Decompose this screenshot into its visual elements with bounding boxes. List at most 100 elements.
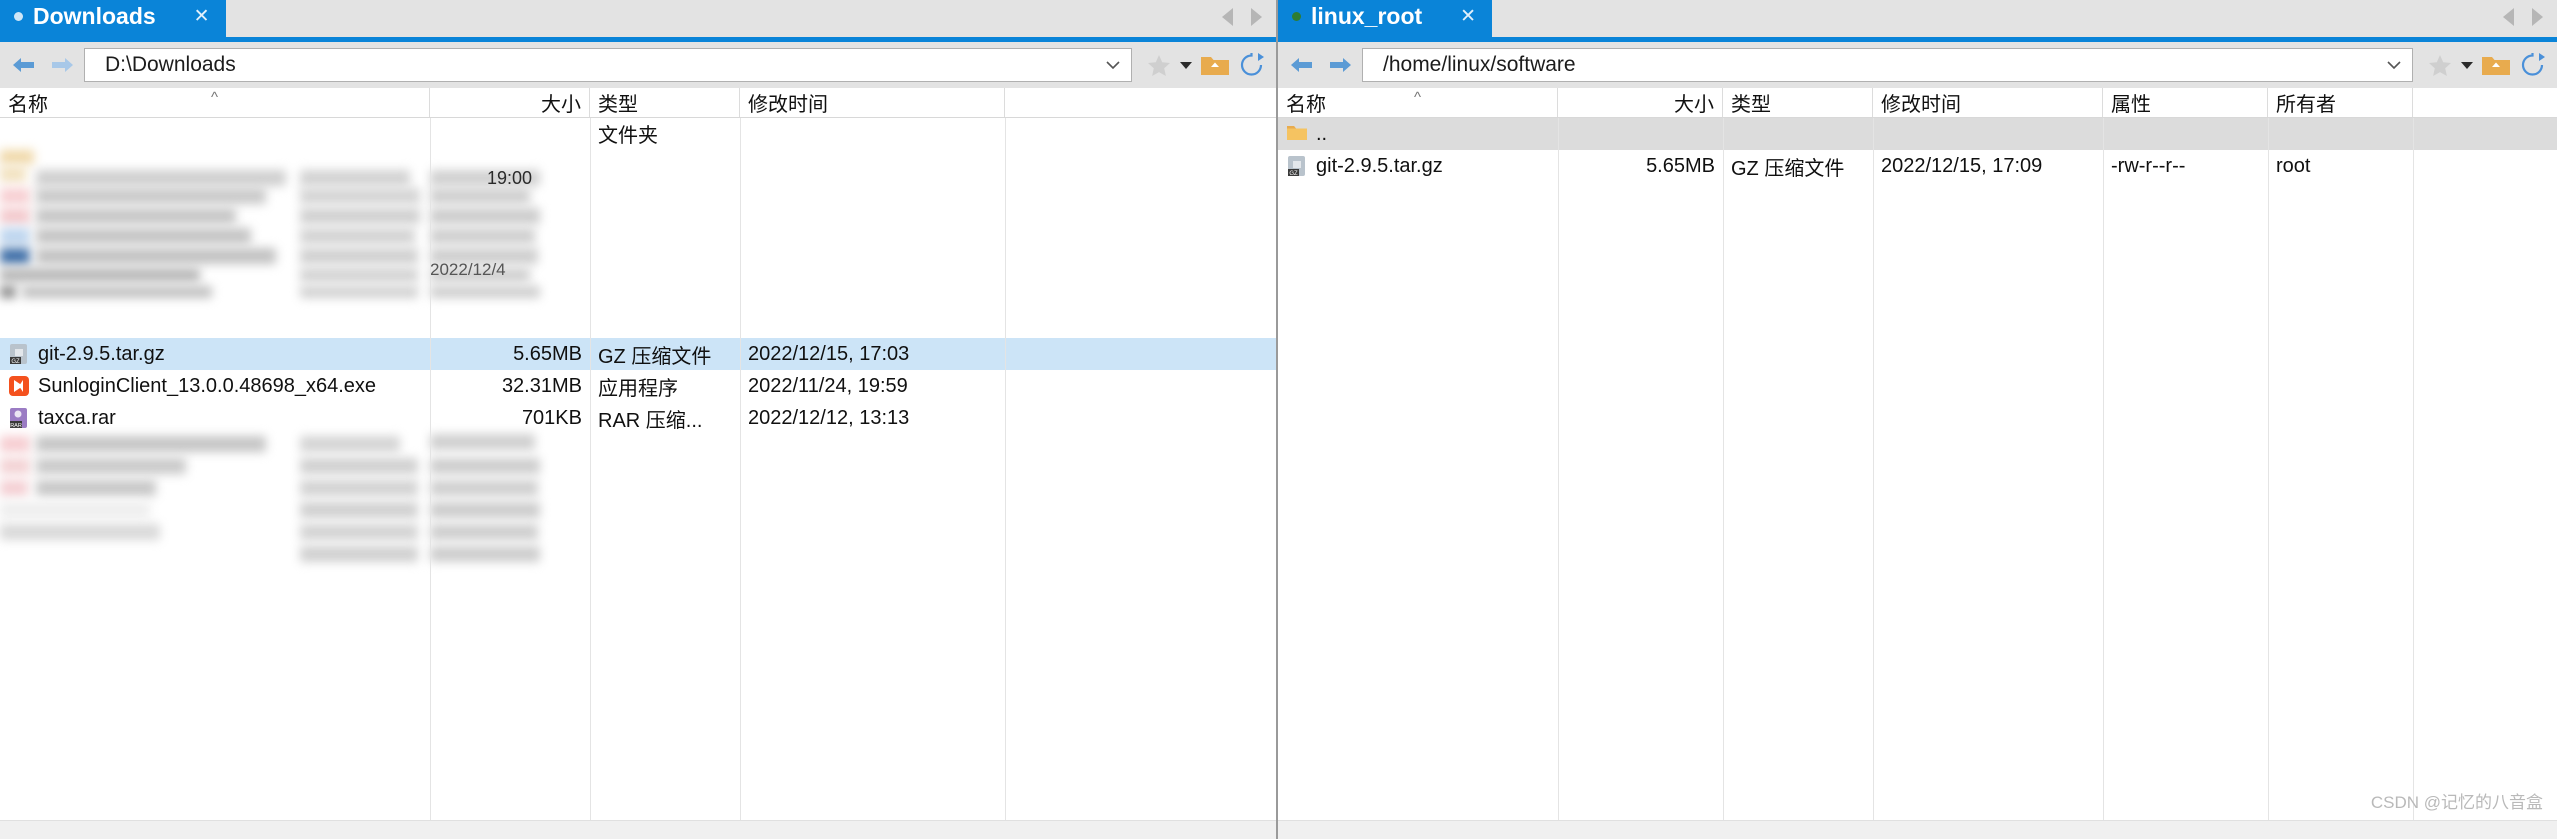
status-dot-icon [14,11,23,21]
table-row[interactable]: GZ git-2.9.5.tar.gz 5.65MB GZ 压缩文件 2022/… [0,338,1276,370]
column-header-size[interactable]: 大小 [430,88,590,117]
file-date: 2022/12/15, 17:09 [1881,154,2043,177]
local-horizontal-scrollbar[interactable] [0,820,1276,839]
table-row[interactable]: SunloginClient_13.0.0.48698_x64.exe 32.3… [0,370,1276,402]
chevron-down-icon[interactable] [1105,57,1121,73]
table-row[interactable]: RAR taxca.rar 701KB RAR 压缩... 2022/12/12… [0,402,1276,434]
sort-asc-icon: ^ [210,89,219,106]
local-toolbar [1138,52,1266,78]
chevron-right-icon[interactable] [2532,8,2543,26]
column-divider [1723,118,1724,820]
svg-text:RAR: RAR [10,423,22,429]
file-type: GZ 压缩文件 [1731,157,1845,180]
remote-file-list[interactable]: 名称 ^ 大小 类型 修改时间 属性 所有者 .. GZ git-2.9.5.t… [1278,88,2557,820]
gz-archive-icon: GZ [8,343,30,365]
redacted-date-fragment: 19:00 [487,168,533,188]
close-icon[interactable]: ✕ [1460,7,1476,26]
tab-downloads[interactable]: Downloads ✕ [0,0,226,37]
sort-asc-icon: ^ [1413,89,1422,106]
table-row[interactable]: .. [1278,118,2557,150]
redacted-row: 文件夹 [0,118,1276,148]
file-type: 应用程序 [598,377,678,400]
remote-tab-nav [2503,8,2543,26]
gz-archive-icon: GZ [1286,155,1308,177]
column-header-size[interactable]: 大小 [1558,88,1723,117]
star-icon[interactable] [1146,53,1172,78]
file-date: 2022/11/24, 19:59 [748,374,908,397]
file-attributes: -rw-r--r-- [2111,154,2186,177]
local-address-bar: D:\Downloads [0,42,1276,88]
redacted-rows-block-2 [0,434,1276,574]
column-divider [1005,118,1006,820]
chevron-down-icon[interactable] [2386,57,2402,73]
rar-archive-icon: RAR [8,407,30,429]
arrow-back-icon[interactable] [1286,50,1318,80]
subheader-type-label: 文件夹 [598,124,658,147]
caret-down-icon[interactable] [1180,61,1192,69]
file-type: RAR 压缩... [598,409,703,432]
column-header-date[interactable]: 修改时间 [1873,88,2103,117]
chevron-left-icon[interactable] [2503,8,2514,26]
caret-down-icon[interactable] [2461,61,2473,69]
file-name: SunloginClient_13.0.0.48698_x64.exe [38,374,377,397]
local-file-list[interactable]: 名称 ^ 大小 类型 修改时间 文件夹 19:00 2022/12/4 GZ g… [0,88,1276,820]
folder-up-icon[interactable] [1200,53,1230,78]
file-name-cell: SunloginClient_13.0.0.48698_x64.exe [0,375,430,398]
file-date: 2022/12/12, 13:13 [748,406,910,429]
column-header-date[interactable]: 修改时间 [740,88,1005,117]
column-header-type[interactable]: 类型 [590,88,740,117]
arrow-forward-icon[interactable] [1324,50,1356,80]
local-column-headers: 名称 ^ 大小 类型 修改时间 [0,88,1276,118]
file-name-cell: GZ git-2.9.5.tar.gz [0,343,430,366]
refresh-icon[interactable] [1238,52,1266,78]
arrow-back-icon[interactable] [8,50,40,80]
file-size: 5.65MB [513,342,582,365]
file-owner: root [2276,154,2311,177]
folder-up-icon[interactable] [2481,53,2511,78]
file-type: GZ 压缩文件 [598,345,712,368]
remote-path-text: /home/linux/software [1383,53,1576,76]
local-tab-strip: Downloads ✕ [0,0,1276,42]
svg-text:GZ: GZ [1289,171,1298,177]
column-divider [430,118,431,820]
exe-application-icon [8,375,30,397]
svg-text:GZ: GZ [11,359,20,365]
column-divider [2413,118,2414,820]
file-name-cell: RAR taxca.rar [0,407,430,430]
column-divider [1873,118,1874,820]
file-name-cell: .. [1278,123,1558,146]
refresh-icon[interactable] [2519,52,2547,78]
file-name: git-2.9.5.tar.gz [1316,154,1443,177]
file-name-cell: GZ git-2.9.5.tar.gz [1278,155,1558,178]
chevron-right-icon[interactable] [1251,8,1262,26]
chevron-left-icon[interactable] [1222,8,1233,26]
arrow-forward-icon[interactable] [46,50,78,80]
watermark: CSDN @记忆的八音盒 [2370,793,2543,812]
column-header-attributes[interactable]: 属性 [2103,88,2268,117]
close-icon[interactable]: ✕ [194,7,210,26]
column-divider [2268,118,2269,820]
table-row[interactable]: GZ git-2.9.5.tar.gz 5.65MB GZ 压缩文件 2022/… [1278,150,2557,182]
column-header-owner[interactable]: 所有者 [2268,88,2413,117]
remote-address-bar: /home/linux/software [1278,42,2557,88]
local-tab-nav [1222,8,1262,26]
star-icon[interactable] [2427,53,2453,78]
file-size: 32.31MB [501,374,582,397]
column-header-name[interactable]: 名称 ^ [1278,88,1558,117]
column-header-type[interactable]: 类型 [1723,88,1873,117]
local-path-input[interactable]: D:\Downloads [84,48,1132,82]
tab-linux-root[interactable]: linux_root ✕ [1278,0,1493,37]
column-header-name[interactable]: 名称 ^ [0,88,430,117]
file-date: 2022/12/15, 17:03 [748,342,910,365]
file-name: taxca.rar [38,406,116,429]
file-name: git-2.9.5.tar.gz [38,342,165,365]
remote-path-input[interactable]: /home/linux/software [1362,48,2413,82]
column-divider [1558,118,1559,820]
column-divider [2103,118,2104,820]
redacted-rows-block: 19:00 2022/12/4 [0,148,1276,338]
remote-horizontal-scrollbar[interactable] [1278,820,2557,839]
remote-toolbar [2419,52,2547,78]
file-size: 701KB [521,406,582,429]
remote-tab-strip: linux_root ✕ [1278,0,2557,42]
tab-label: Downloads [33,2,156,29]
